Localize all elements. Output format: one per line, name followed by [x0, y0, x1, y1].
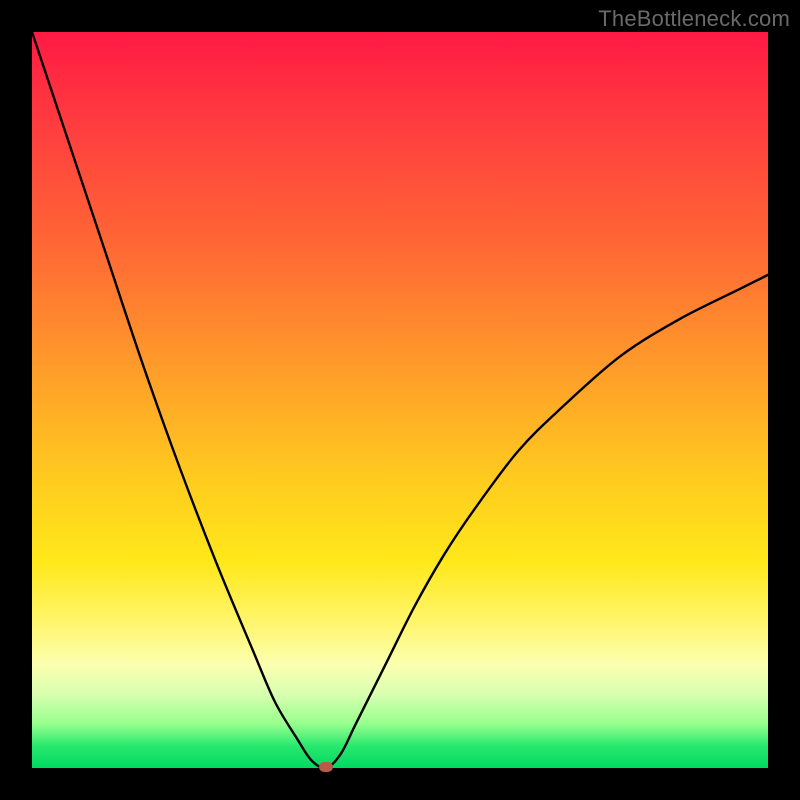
chart-frame: TheBottleneck.com — [0, 0, 800, 800]
watermark-text: TheBottleneck.com — [598, 6, 790, 32]
plot-area — [32, 32, 768, 768]
minimum-marker — [319, 762, 333, 772]
bottleneck-curve — [32, 32, 768, 768]
